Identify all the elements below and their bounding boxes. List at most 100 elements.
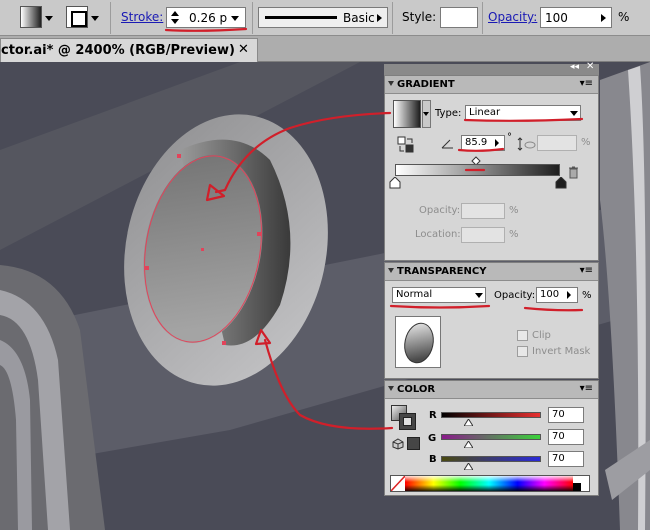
gradient-angle-value: 85.9 [465, 137, 488, 148]
flyout-menu-icon[interactable]: ▾≡ [580, 265, 593, 276]
stop-opacity-field [461, 203, 505, 219]
gradient-panel-header[interactable]: GRADIENT ▾≡ [385, 76, 598, 94]
spectrum-shading [405, 476, 573, 491]
clip-label: Clip [532, 330, 551, 341]
fill-dropdown-icon[interactable] [45, 16, 53, 21]
transparency-opacity-label: Opacity: [494, 290, 536, 301]
angle-arrow-icon[interactable] [495, 139, 499, 147]
gradient-preview-swatch[interactable] [393, 100, 421, 128]
document-title: ctor.ai* @ 2400% (RGB/Preview) [1, 43, 235, 58]
flyout-menu-icon[interactable]: ▾≡ [580, 383, 593, 394]
transparency-panel-header[interactable]: TRANSPARENCY ▾≡ [385, 263, 598, 281]
style-label: Style: [402, 10, 437, 24]
gradient-type-label: Type: [435, 108, 462, 119]
brush-stroke-preview [265, 16, 337, 19]
gradient-angle-unit: ° [507, 132, 512, 143]
transparency-opacity-value: 100 [540, 289, 560, 300]
trash-icon[interactable] [568, 166, 579, 179]
gradient-type-dropdown[interactable]: Linear [465, 105, 581, 121]
black-swatch[interactable] [573, 483, 581, 491]
default-colors-icon[interactable] [392, 438, 404, 450]
opacity-link[interactable]: Opacity: [488, 10, 537, 24]
control-bar: Stroke: 0.26 p Basic Style: Opacity: 100… [0, 0, 650, 36]
stroke-weight-dropdown-icon[interactable] [231, 16, 239, 21]
gradient-stop-white[interactable] [389, 177, 401, 189]
document-tab[interactable]: ctor.ai* @ 2400% (RGB/Preview) ✕ [0, 38, 258, 62]
close-icon[interactable]: ✕ [238, 42, 249, 57]
none-swatch-icon[interactable] [391, 476, 405, 491]
opacity-arrow-icon[interactable] [567, 291, 571, 299]
separator [392, 2, 393, 34]
stop-location-unit: % [509, 229, 519, 240]
stroke-proxy-swatch[interactable] [399, 413, 416, 430]
spin-arrows-icon[interactable] [170, 9, 180, 26]
flyout-menu-icon[interactable]: ▾≡ [580, 78, 593, 89]
red-slider[interactable] [441, 412, 541, 418]
green-channel-label: G [428, 433, 437, 444]
stroke-swatch[interactable] [66, 6, 88, 28]
gradient-stop-black[interactable] [555, 177, 567, 189]
brush-menu-arrow-icon [377, 14, 382, 22]
white-swatch[interactable] [573, 476, 581, 483]
stroke-weight-value: 0.26 p [189, 11, 228, 25]
color-panel-title: COLOR [397, 384, 436, 395]
opacity-value: 100 [545, 11, 568, 25]
red-slider-thumb[interactable] [464, 419, 473, 426]
hue-spectrum[interactable] [405, 476, 573, 491]
blend-mode-value: Normal [396, 289, 433, 300]
blend-mode-dropdown[interactable]: Normal [392, 287, 486, 303]
transparency-panel-title: TRANSPARENCY [397, 266, 487, 277]
separator [482, 2, 483, 34]
panel-collapse-icon[interactable] [388, 386, 394, 391]
panel-collapse-icon[interactable] [388, 81, 394, 86]
double-arrow-collapse-icon[interactable]: ◂◂ [570, 62, 579, 72]
object-thumbnail[interactable] [395, 316, 441, 368]
stop-location-field [461, 227, 505, 243]
opacity-arrow-icon[interactable] [601, 14, 606, 22]
panel-close-icon[interactable]: ✕ [586, 61, 594, 72]
transparency-opacity-unit: % [582, 290, 592, 301]
dropdown-arrow-icon [570, 111, 578, 116]
color-panel-header[interactable]: COLOR ▾≡ [385, 381, 598, 399]
green-slider[interactable] [441, 434, 541, 440]
color-spectrum-bar[interactable] [390, 475, 590, 492]
brush-definition-dropdown[interactable]: Basic [258, 7, 388, 28]
gradient-angle-field[interactable]: 85.9 [461, 135, 505, 151]
dropdown-arrow-icon [423, 112, 429, 116]
clip-checkbox[interactable] [517, 330, 528, 341]
red-channel-label: R [429, 410, 437, 421]
invert-mask-checkbox[interactable] [517, 346, 528, 357]
blue-slider[interactable] [441, 456, 541, 462]
transparency-panel: TRANSPARENCY ▾≡ Normal Opacity: 100 % Cl… [384, 262, 599, 379]
aspect-ratio-icon [517, 137, 536, 151]
stroke-dropdown-icon[interactable] [91, 16, 99, 21]
red-value: 70 [552, 409, 565, 420]
stroke-link[interactable]: Stroke: [121, 10, 163, 24]
gradient-panel: GRADIENT ▾≡ Type: Linear 85.9 ° % Opacit… [384, 75, 599, 261]
document-tab-strip: ctor.ai* @ 2400% (RGB/Preview) ✕ [0, 36, 650, 62]
gradient-aspect-unit: % [581, 137, 591, 148]
gradient-panel-title: GRADIENT [397, 79, 455, 90]
invert-mask-label: Invert Mask [532, 346, 591, 357]
green-value-field[interactable]: 70 [548, 429, 584, 445]
panel-collapse-icon[interactable] [388, 268, 394, 273]
opacity-unit: % [618, 10, 630, 24]
style-dropdown[interactable] [440, 7, 478, 28]
gradient-aspect-field [537, 135, 577, 151]
red-value-field[interactable]: 70 [548, 407, 584, 423]
blue-slider-thumb[interactable] [464, 463, 473, 470]
transparency-opacity-field[interactable]: 100 [536, 287, 578, 303]
opacity-field[interactable]: 100 [540, 7, 612, 28]
gradient-slider-bar[interactable] [395, 164, 560, 176]
gradient-type-value: Linear [469, 107, 501, 118]
green-slider-thumb[interactable] [464, 441, 473, 448]
blue-value-field[interactable]: 70 [548, 451, 584, 467]
swatch-preview[interactable] [407, 437, 420, 450]
panel-dock-header: ◂◂ ✕ [384, 61, 599, 75]
reverse-gradient-icon[interactable] [397, 136, 415, 154]
fill-swatch[interactable] [20, 6, 42, 28]
stop-opacity-unit: % [509, 205, 519, 216]
gradient-preset-dropdown[interactable] [422, 100, 431, 128]
stroke-proxy-hole [403, 417, 412, 426]
blue-channel-label: B [429, 454, 437, 465]
